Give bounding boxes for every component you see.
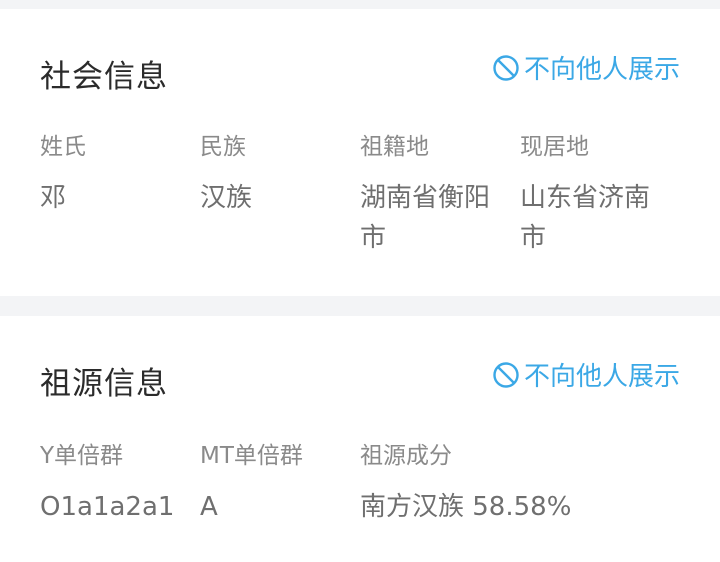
field-ethnicity: 民族 汉族 — [200, 132, 340, 218]
section-divider — [0, 296, 720, 316]
field-label: 祖籍地 — [360, 134, 429, 160]
social-privacy-label: 不向他人展示 — [523, 55, 680, 85]
field-mt-haplogroup: MT单倍群 A — [200, 441, 350, 527]
field-value: A — [200, 492, 218, 522]
field-value: 邓 — [40, 183, 67, 213]
ancestry-privacy-label: 不向他人展示 — [523, 362, 680, 392]
field-label: Y单倍群 — [40, 443, 124, 469]
ancestry-info-card: 祖源信息 不向他人展示 Y单倍群 O1a1a2a1 MT单倍群 A 祖源成分 南… — [0, 316, 720, 562]
social-privacy-toggle[interactable]: 不向他人展示 — [492, 49, 680, 86]
top-spacer — [0, 0, 720, 9]
field-label: MT单倍群 — [200, 443, 303, 469]
social-info-card: 社会信息 不向他人展示 姓氏 邓 民族 汉族 祖籍地 湖南省衡阳市 现居地 山东… — [0, 9, 720, 296]
field-label: 祖源成分 — [360, 443, 452, 469]
ancestry-privacy-toggle[interactable]: 不向他人展示 — [492, 356, 680, 393]
field-surname: 姓氏 邓 — [40, 132, 180, 218]
prohibited-icon — [493, 54, 519, 81]
social-info-title: 社会信息 — [40, 59, 168, 95]
field-y-haplogroup: Y单倍群 O1a1a2a1 — [40, 441, 190, 527]
field-value: 汉族 — [200, 183, 253, 213]
field-label: 民族 — [200, 134, 246, 160]
field-value: 湖南省衡阳市 — [360, 183, 491, 253]
field-ancestry-composition: 祖源成分 南方汉族 58.58% — [360, 441, 680, 527]
ancestry-info-title: 祖源信息 — [40, 366, 168, 402]
field-ancestral-home: 祖籍地 湖南省衡阳市 — [360, 132, 505, 258]
field-value: O1a1a2a1 — [40, 492, 175, 522]
field-label: 姓氏 — [40, 134, 86, 160]
prohibited-icon — [493, 361, 519, 388]
field-label: 现居地 — [520, 134, 589, 160]
field-value: 山东省济南市 — [520, 183, 651, 253]
field-current-residence: 现居地 山东省济南市 — [520, 132, 665, 258]
field-value: 南方汉族 58.58% — [360, 492, 572, 522]
